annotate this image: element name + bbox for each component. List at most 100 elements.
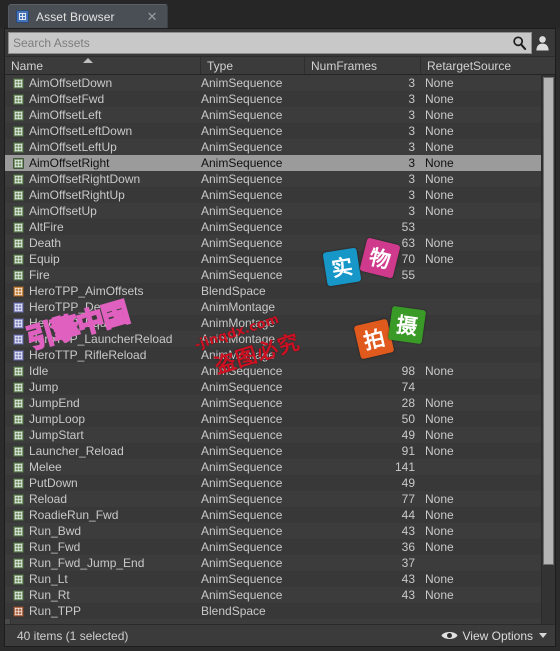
cell-type: AnimSequence: [201, 556, 283, 570]
table-row[interactable]: Reload AnimSequence 77 None: [5, 491, 541, 507]
cell-type: AnimSequence: [201, 268, 283, 282]
scrollbar-thumb[interactable]: [543, 77, 554, 565]
cell-name: HeroTTP_LauncherReload: [5, 332, 201, 346]
table-row[interactable]: Run_Fwd_Jump_End AnimSequence 37: [5, 555, 541, 571]
asset-name-label: HeroTPP_AimOffsets: [29, 284, 144, 298]
blend-space-icon: [13, 285, 24, 297]
table-row[interactable]: AimOffsetRightDown AnimSequence 3 None: [5, 171, 541, 187]
anim-sequence-icon: [13, 429, 24, 441]
asset-name-label: Run_Bwd: [29, 524, 82, 538]
table-row[interactable]: Jump AnimSequence 74: [5, 379, 541, 395]
item-count-label: 40 items (1 selected): [17, 628, 129, 643]
anim-montage-icon: [13, 333, 24, 345]
cell-type: AnimSequence: [201, 460, 283, 474]
table-row[interactable]: AimOffsetFwd AnimSequence 3 None: [5, 91, 541, 107]
cell-numframes: 36: [401, 540, 415, 554]
cell-retargetsource: None: [425, 92, 454, 106]
table-row[interactable]: Run_TPP BlendSpace: [5, 603, 541, 619]
table-row[interactable]: PutDown AnimSequence 49: [5, 475, 541, 491]
table-row[interactable]: Fire AnimSequence 55: [5, 267, 541, 283]
person-icon[interactable]: [532, 32, 552, 54]
table-row[interactable]: Death AnimSequence 63 None: [5, 235, 541, 251]
cell-type: AnimSequence: [201, 364, 283, 378]
cell-retargetsource: None: [425, 524, 454, 538]
anim-montage-icon: [13, 349, 24, 361]
search-input[interactable]: [13, 36, 527, 50]
table-row[interactable]: HeroTTP_LauncherReload AnimMontage: [5, 331, 541, 347]
cell-retargetsource: None: [425, 508, 454, 522]
table-row[interactable]: AimOffsetDown AnimSequence 3 None: [5, 75, 541, 91]
table-row[interactable]: Run_Rt AnimSequence 43 None: [5, 587, 541, 603]
table-row[interactable]: Melee AnimSequence 141: [5, 459, 541, 475]
table-row[interactable]: AimOffsetLeftDown AnimSequence 3 None: [5, 123, 541, 139]
cell-name: HeroTPP_AimOffsets: [5, 284, 201, 298]
anim-sequence-icon: [13, 141, 24, 153]
vertical-scrollbar[interactable]: [541, 75, 555, 624]
cell-type: BlendSpace: [201, 284, 266, 298]
table-row[interactable]: HeroTPP_Death AnimMontage: [5, 299, 541, 315]
cell-type: AnimSequence: [201, 92, 283, 106]
view-options-button[interactable]: View Options: [440, 629, 547, 643]
table-row[interactable]: HeroTPP_Equip AnimMontage: [5, 315, 541, 331]
anim-sequence-icon: [13, 413, 24, 425]
asset-name-label: Idle: [29, 364, 49, 378]
table-row[interactable]: Run_Fwd AnimSequence 36 None: [5, 539, 541, 555]
cell-name: Run_Rt: [5, 588, 201, 602]
cell-type: AnimSequence: [201, 140, 283, 154]
search-box[interactable]: [8, 32, 532, 54]
cell-name: Run_Bwd: [5, 524, 201, 538]
table-row[interactable]: Run_Bwd AnimSequence 43 None: [5, 523, 541, 539]
cell-numframes: 70: [401, 252, 415, 266]
cell-retargetsource: None: [425, 428, 454, 442]
asset-name-label: JumpLoop: [29, 412, 86, 426]
column-header-numframes-label: NumFrames: [311, 58, 378, 73]
cell-type: AnimSequence: [201, 188, 283, 202]
table-row[interactable]: Equip AnimSequence 70 None: [5, 251, 541, 267]
column-header-name[interactable]: Name: [5, 57, 201, 74]
table-row[interactable]: AltFire AnimSequence 53: [5, 219, 541, 235]
table-row[interactable]: JumpStart AnimSequence 49 None: [5, 427, 541, 443]
table-row[interactable]: Launcher_Reload AnimSequence 91 None: [5, 443, 541, 459]
cell-retargetsource: None: [425, 540, 454, 554]
cell-name: Run_Fwd_Jump_End: [5, 556, 201, 570]
asset-name-label: Run_Lt: [29, 572, 68, 586]
table-row[interactable]: AimOffsetRightUp AnimSequence 3 None: [5, 187, 541, 203]
close-icon[interactable]: ✕: [144, 10, 161, 23]
table-row[interactable]: JumpLoop AnimSequence 50 None: [5, 411, 541, 427]
browser-frame: Name Type NumFrames RetargetSource AimOf…: [4, 28, 556, 647]
cell-type: AnimSequence: [201, 380, 283, 394]
eye-icon: [440, 631, 458, 640]
table-row[interactable]: AimOffsetLeft AnimSequence 3 None: [5, 107, 541, 123]
tab-asset-browser[interactable]: Asset Browser ✕: [8, 4, 168, 28]
column-header-numframes[interactable]: NumFrames: [305, 57, 421, 74]
table-row[interactable]: HeroTPP_AimOffsets BlendSpace: [5, 283, 541, 299]
cell-type: AnimMontage: [201, 332, 276, 346]
cell-name: JumpStart: [5, 428, 201, 442]
table-row[interactable]: RoadieRun_Fwd AnimSequence 44 None: [5, 507, 541, 523]
cell-numframes: 3: [408, 124, 415, 138]
asset-name-label: AimOffsetRightDown: [29, 172, 141, 186]
cell-retargetsource: None: [425, 396, 454, 410]
cell-numframes: 53: [401, 220, 415, 234]
table-row[interactable]: JumpEnd AnimSequence 28 None: [5, 395, 541, 411]
table-row[interactable]: HeroTTP_RifleReload AnimMontage: [5, 347, 541, 363]
asset-list[interactable]: AimOffsetDown AnimSequence 3 None AimOffsetF…: [5, 75, 541, 624]
cell-name: Melee: [5, 460, 201, 474]
cell-numframes: 141: [394, 460, 415, 474]
table-row[interactable]: AimOffsetUp AnimSequence 3 None: [5, 203, 541, 219]
cell-type: AnimSequence: [201, 156, 283, 170]
column-header-retargetsource[interactable]: RetargetSource: [421, 57, 541, 74]
table-row[interactable]: AimOffsetLeftUp AnimSequence 3 None: [5, 139, 541, 155]
search-icon[interactable]: [512, 36, 527, 51]
table-row[interactable]: Run_Lt AnimSequence 43 None: [5, 571, 541, 587]
cell-type: AnimSequence: [201, 76, 283, 90]
anim-sequence-icon: [13, 205, 24, 217]
table-row[interactable]: Idle AnimSequence 98 None: [5, 363, 541, 379]
table-row[interactable]: AimOffsetRight AnimSequence 3 None: [5, 155, 541, 171]
asset-name-label: Death: [29, 236, 62, 250]
column-header-type[interactable]: Type: [201, 57, 305, 74]
cell-type: AnimSequence: [201, 220, 283, 234]
cell-type: AnimSequence: [201, 172, 283, 186]
column-header-row: Name Type NumFrames RetargetSource: [5, 56, 555, 75]
anim-sequence-icon: [13, 461, 24, 473]
